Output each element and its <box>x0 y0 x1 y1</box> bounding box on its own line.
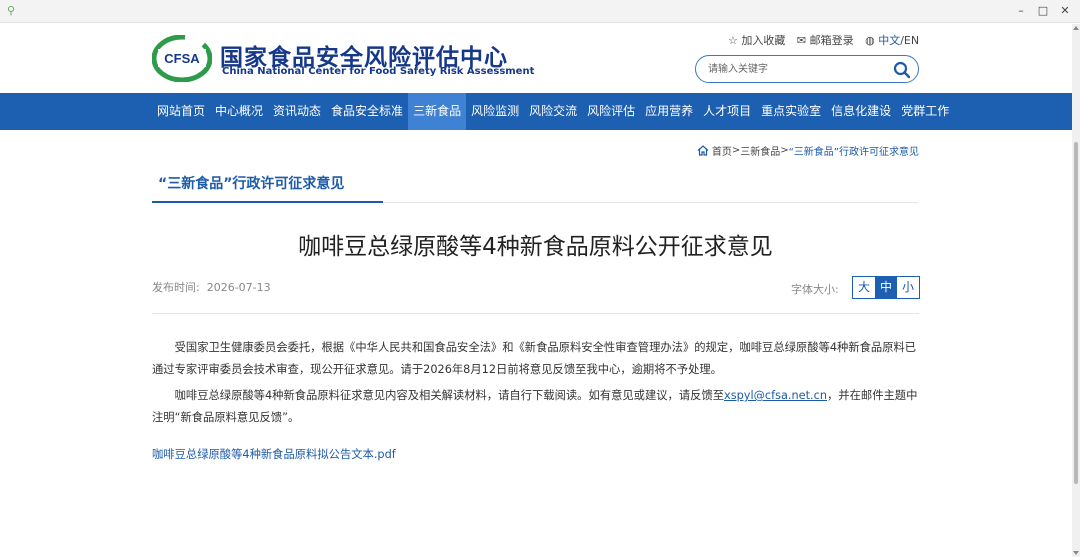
add-favorite-link[interactable]: 加入收藏 <box>741 32 785 48</box>
article-paragraph-1: 受国家卫生健康委员会委托，根据《中华人民共和国食品安全法》和《新食品原料安全性审… <box>152 341 917 376</box>
site-header: CFSA 国家食品安全风险评估中心 China National Center … <box>0 24 1072 93</box>
cfsa-logo[interactable]: CFSA <box>151 34 213 83</box>
font-size-selector: 大 中 小 <box>852 276 920 299</box>
publish-date: 2026-07-13 <box>206 281 271 294</box>
font-size-large-button[interactable]: 大 <box>853 277 875 298</box>
nav-item-about[interactable]: 中心概况 <box>210 93 268 130</box>
page-scrollbar[interactable] <box>1072 24 1080 557</box>
nav-item-monitoring[interactable]: 风险监测 <box>466 93 524 130</box>
nav-item-communication[interactable]: 风险交流 <box>524 93 582 130</box>
globe-icon: ◍ <box>865 33 875 47</box>
breadcrumb-home[interactable]: 首页 <box>712 143 732 158</box>
article-title: 咖啡豆总绿原酸等4种新食品原料公开征求意见 <box>298 234 773 260</box>
article-paragraph-2: 咖啡豆总绿原酸等4种新食品原料征求意见内容及相关解读材料，请自行下载阅读。如有意… <box>152 385 919 429</box>
nav-item-lab[interactable]: 重点实验室 <box>756 93 826 130</box>
search-input[interactable] <box>708 61 888 78</box>
publish-info: 发布时间: 2026-07-13 <box>152 279 271 295</box>
article-body: 受国家卫生健康委员会委托，根据《中华人民共和国食品安全法》和《新食品原料安全性审… <box>152 337 919 433</box>
home-icon <box>697 144 709 157</box>
attachment-link[interactable]: 咖啡豆总绿原酸等4种新食品原料拟公告文本.pdf <box>152 446 396 462</box>
breadcrumb-level1[interactable]: 三新食品 <box>740 143 780 158</box>
nav-item-talent[interactable]: 人才项目 <box>698 93 756 130</box>
breadcrumb: 首页 > 三新食品 > “三新食品”行政许可征求意见 <box>697 143 919 158</box>
section-divider <box>383 202 918 203</box>
close-icon[interactable]: ✕ <box>1057 3 1073 19</box>
feedback-email-link[interactable]: xspyl@cfsa.net.cn <box>724 389 827 402</box>
web-page: CFSA 国家食品安全风险评估中心 China National Center … <box>0 24 1072 557</box>
nav-item-party[interactable]: 党群工作 <box>896 93 954 130</box>
nav-item-standards[interactable]: 食品安全标准 <box>326 93 408 130</box>
app-icon: ⚲ <box>7 4 16 17</box>
lang-en-link[interactable]: EN <box>904 34 919 47</box>
logo-text: CFSA <box>164 51 200 66</box>
scrollbar-thumb[interactable] <box>1074 142 1078 484</box>
breadcrumb-level2[interactable]: “三新食品”行政许可征求意见 <box>789 143 919 158</box>
nav-item-new-foods[interactable]: 三新食品 <box>408 93 467 130</box>
publish-label: 发布时间: <box>152 281 200 294</box>
scroll-up-icon[interactable] <box>1073 26 1079 30</box>
breadcrumb-separator: > <box>731 145 741 156</box>
nav-item-news[interactable]: 资讯动态 <box>268 93 326 130</box>
breadcrumb-separator: > <box>780 145 789 156</box>
font-size-small-button[interactable]: 小 <box>897 277 919 298</box>
font-size-label: 字体大小: <box>791 283 839 296</box>
star-icon: ☆ <box>728 33 738 47</box>
font-size-medium-button[interactable]: 中 <box>875 277 897 298</box>
search-icon[interactable] <box>892 60 912 80</box>
paragraph-2-text: 咖啡豆总绿原酸等4种新食品原料征求意见内容及相关解读材料，请自行下载阅读。如有意… <box>174 389 725 402</box>
meta-divider <box>152 313 919 314</box>
top-links: ☆ 加入收藏 ✉ 邮箱登录 ◍ 中文 / EN <box>728 32 919 48</box>
nav-item-it[interactable]: 信息化建设 <box>826 93 896 130</box>
nav-item-nutrition[interactable]: 应用营养 <box>640 93 698 130</box>
nav-items: 网站首页 中心概况 资讯动态 食品安全标准 三新食品 风险监测 风险交流 风险评… <box>152 93 954 130</box>
mail-login-link[interactable]: 邮箱登录 <box>810 32 854 48</box>
mail-icon: ✉ <box>796 33 807 47</box>
section-title: “三新食品”行政许可征求意见 <box>158 176 345 192</box>
lang-cn-link[interactable]: 中文 <box>878 32 900 48</box>
minimize-icon[interactable]: – <box>1013 3 1029 19</box>
main-nav: 网站首页 中心概况 资讯动态 食品安全标准 三新食品 风险监测 风险交流 风险评… <box>0 93 1072 130</box>
site-name-en: China National Center for Food Safety Ri… <box>222 66 535 77</box>
nav-item-assessment[interactable]: 风险评估 <box>582 93 640 130</box>
maximize-icon[interactable]: □ <box>1035 3 1051 19</box>
nav-item-home[interactable]: 网站首页 <box>152 93 210 130</box>
window-titlebar: ⚲ – □ ✕ <box>0 0 1080 23</box>
search-box <box>695 55 919 83</box>
section-title-underline <box>152 201 383 203</box>
scroll-down-icon[interactable] <box>1073 551 1079 555</box>
